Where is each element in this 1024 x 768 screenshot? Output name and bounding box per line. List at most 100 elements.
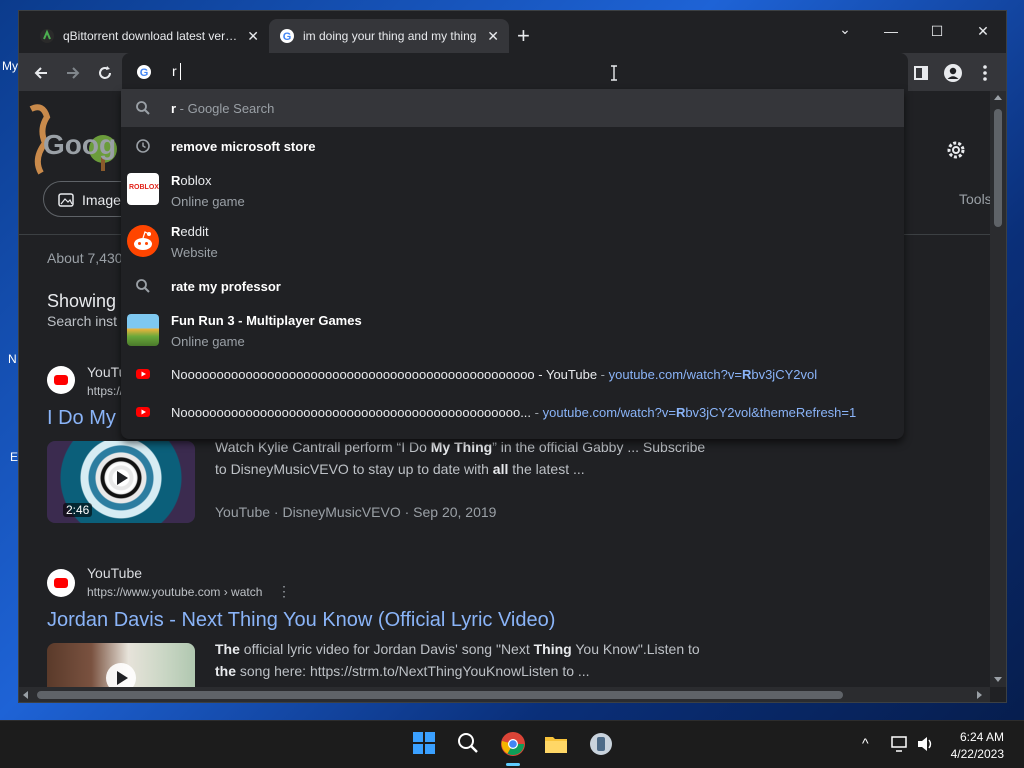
suggestion-suffix: - Google Search [176,101,275,116]
vertical-scroll-thumb[interactable] [994,109,1002,227]
tab-title: qBittorrent download latest version [63,29,240,43]
snippet-text: official lyric video for Jordan Davis' s… [239,641,534,657]
search-icon [136,279,150,293]
maximize-button[interactable]: ☐ [915,17,959,45]
minimize-button[interactable]: — [869,17,913,45]
horizontal-scrollbar[interactable] [19,687,990,702]
result-site-name: YouTube [87,565,143,581]
url-part: youtube.com/watch?v= [608,367,742,382]
suggestion-url: youtube.com/watch?v=Rbv3jCY2vol&themeRef… [543,405,857,420]
search-icon[interactable] [456,731,482,757]
suggestion-item[interactable]: ROBLOX Roblox Online game [121,165,904,215]
google-logo-text: Goog [43,129,117,160]
snippet-bold: The [215,641,240,657]
chrome-icon[interactable] [500,731,526,757]
desktop-label: My [2,59,18,73]
settings-gear-icon[interactable] [945,139,967,161]
suggestion-title: Nooooooooooooooooooooooooooooooooooooooo… [171,405,532,420]
volume-icon[interactable] [916,735,936,753]
tab-close-icon[interactable]: ✕ [487,28,499,45]
omnibox[interactable]: G r [122,53,908,91]
reload-icon[interactable] [93,61,117,85]
snippet-bold: the [215,663,236,679]
tab-search-button[interactable]: ⌄ [823,15,867,43]
play-icon [106,463,136,493]
scroll-right-icon[interactable] [977,691,982,699]
clock-time[interactable]: 6:24 AM [960,730,1004,744]
video-thumbnail[interactable] [47,643,195,687]
profile-icon[interactable] [941,61,965,85]
forward-icon[interactable] [61,61,85,85]
result-url: https:// [87,384,124,398]
snippet-text: ” in the official Gabby ... Subscribe [492,439,706,455]
suggestion-item[interactable]: r - Google Search [121,89,904,127]
active-app-indicator [506,763,520,766]
network-icon[interactable] [890,735,910,753]
toolbar: G r [19,53,1006,91]
clock-date[interactable]: 4/22/2023 [951,747,1004,761]
suggestion-text: Reddit [171,224,209,239]
svg-text:G: G [140,67,149,79]
result-menu-icon[interactable]: ⋮ [277,583,291,600]
snippet-text: You Know".Listen to [571,641,700,657]
search-instead-link[interactable]: Search inst [47,313,117,329]
url-bold: R [741,367,752,382]
desktop-label: E [10,450,19,464]
snippet-bold: all [492,461,509,477]
text-caret [180,63,181,80]
snippet-text: Watch Kylie Cantrall perform “I Do [215,439,431,455]
fun-run-thumbnail [127,314,159,346]
suggestion-text: Nooooooooooooooooooooooooooooooooooooooo… [171,405,856,420]
url-part: bv3jCY2vol [751,367,818,382]
tools-button[interactable]: Tools [959,191,990,207]
suggestion-rest: oblox [180,173,212,188]
result-snippet: Watch Kylie Cantrall perform “I Do My Th… [215,436,735,480]
desktop-label: N [8,352,17,366]
result-url: https://www.youtube.com › watch [87,585,263,599]
scroll-up-icon[interactable] [994,95,1002,100]
scroll-down-icon[interactable] [994,677,1002,682]
tray-overflow-icon[interactable]: ^ [862,735,869,751]
file-explorer-icon[interactable] [543,731,569,757]
play-icon [106,663,136,687]
suggestion-bold: R [171,173,181,188]
new-tab-button[interactable]: + [517,23,530,49]
omnibox-input[interactable]: r [172,63,177,79]
showing-results-heading: Showing [47,291,117,311]
close-button[interactable]: ✕ [961,17,1005,45]
suggestion-item[interactable]: Reddit Website [121,215,904,267]
tab-close-icon[interactable]: ✕ [247,28,259,45]
tab-qbittorrent[interactable]: qBittorrent download latest version ✕ [29,19,269,53]
suggestion-item[interactable]: Nooooooooooooooooooooooooooooooooooooooo… [121,355,904,393]
scroll-left-icon[interactable] [23,691,28,699]
google-logo[interactable]: Goog [21,99,131,179]
youtube-icon [47,569,75,597]
image-icon [58,193,74,207]
suggestion-item[interactable]: rate my professor [121,267,904,305]
url-part: bv3jCY2vol&themeRefresh=1 [685,405,857,420]
taskbar: ^ 6:24 AM 4/22/2023 [0,720,1024,768]
menu-icon[interactable] [973,61,997,85]
vertical-scrollbar[interactable] [990,91,1006,687]
back-icon[interactable] [29,61,53,85]
suggestion-item[interactable]: Nooooooooooooooooooooooooooooooooooooooo… [121,393,904,431]
result-snippet: The official lyric video for Jordan Davi… [215,638,735,682]
side-panel-icon[interactable] [909,61,933,85]
windows-start-icon[interactable] [412,731,438,757]
suggestion-sep: - [597,367,609,382]
youtube-icon [47,366,75,394]
snippet-text: to DisneyMusicVEVO to stay up to date wi… [215,461,493,477]
app-icon[interactable] [588,731,614,757]
text-cursor-icon [611,65,617,81]
search-icon [136,101,150,115]
video-thumbnail[interactable]: 2:46 [47,441,195,523]
horizontal-scroll-thumb[interactable] [37,691,843,699]
suggestion-rest: eddit [180,224,209,239]
youtube-icon [136,407,150,417]
url-bold: R [675,405,686,420]
result-title-link[interactable]: I Do My [47,407,116,430]
result-title-link[interactable]: Jordan Davis - Next Thing You Know (Offi… [47,609,555,632]
suggestion-item[interactable]: remove microsoft store [121,127,904,165]
tab-google-search[interactable]: G im doing your thing and my thing ✕ [269,19,509,53]
suggestion-item[interactable]: Fun Run 3 - Multiplayer Games Online gam… [121,305,904,355]
